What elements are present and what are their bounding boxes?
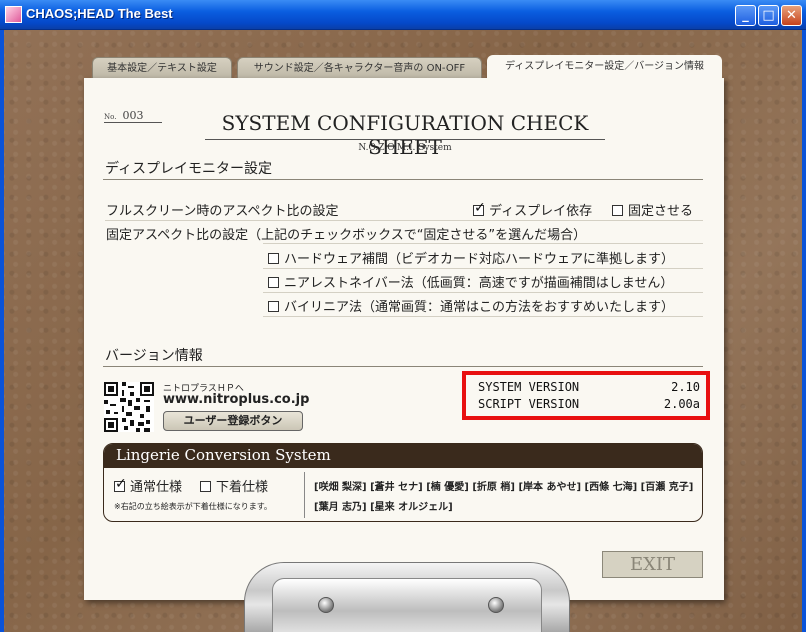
option-label: ハードウェア補間（ビデオカード対応ハードウェアに準拠します）	[284, 252, 675, 267]
nitroplus-url-link[interactable]: www.nitroplus.co.jp	[163, 392, 309, 407]
character-name[interactable]: [岸本 あやせ]	[518, 482, 581, 493]
exit-button[interactable]: EXIT	[602, 551, 703, 578]
section-divider	[103, 179, 703, 180]
qr-code-icon[interactable]	[104, 382, 154, 432]
close-button[interactable]: ✕	[781, 5, 802, 26]
row-divider	[263, 243, 703, 244]
aspect-setting-label: フルスクリーン時のアスペクト比の設定	[106, 204, 339, 219]
character-name[interactable]: [葉月 志乃]	[314, 502, 367, 513]
checkbox-display-dependent[interactable]: ディスプレイ依存	[473, 200, 592, 219]
lingerie-note: ※右記の立ち絵表示が下着仕様になります。	[114, 502, 272, 511]
row-divider	[263, 292, 703, 293]
system-version-label: SYSTEM VERSION	[478, 380, 580, 394]
character-name[interactable]: [西條 七海]	[585, 482, 638, 493]
tab-basic-settings[interactable]: 基本設定／テキスト設定	[92, 57, 232, 79]
sheet-number-value: 003	[122, 109, 144, 122]
checkbox-icon[interactable]	[612, 205, 623, 216]
clip-rivet	[488, 597, 504, 613]
maximize-button[interactable]: □	[758, 5, 779, 26]
checkbox-label: ディスプレイ依存	[489, 204, 593, 219]
sheet-number: No. 003	[104, 109, 162, 123]
checkbox-icon[interactable]	[268, 253, 279, 264]
option-label: バイリニア法（通常画質：通常はこの方法をおすすめいたします）	[284, 300, 675, 315]
title-bar[interactable]: CHAOS;HEAD The Best _ □ ✕	[0, 0, 806, 30]
character-name[interactable]: [楠 優愛]	[426, 482, 469, 493]
section-divider	[103, 366, 703, 367]
row-divider	[263, 268, 703, 269]
page-subtitle: N.O.Z.O.M.I. System	[358, 143, 452, 153]
checkbox-icon[interactable]	[114, 476, 127, 492]
version-section-title: バージョン情報	[105, 348, 203, 364]
sheet-number-label: No.	[104, 113, 117, 121]
window-frame-right	[802, 30, 806, 632]
checkbox-label: 通常仕様	[130, 480, 183, 495]
window-frame-left	[0, 30, 4, 632]
radio-nearest-neighbor[interactable]: ニアレストネイバー法（低画質：高速ですが描画補間はしません）	[268, 272, 673, 291]
character-names: [咲畑 梨深] [蒼井 セナ] [楠 優愛] [折原 梢] [岸本 あやせ] […	[314, 478, 699, 518]
character-name[interactable]: [咲畑 梨深]	[314, 482, 367, 493]
script-version-label: SCRIPT VERSION	[478, 397, 580, 411]
row-divider	[105, 220, 703, 221]
user-registration-button[interactable]: ユーザー登録ボタン	[163, 411, 303, 431]
checkbox-underwear-spec[interactable]: 下着仕様	[200, 476, 268, 495]
checkbox-label: 下着仕様	[216, 480, 269, 495]
checkbox-fixed[interactable]: 固定させる	[612, 200, 693, 219]
radio-hardware-interp[interactable]: ハードウェア補間（ビデオカード対応ハードウェアに準拠します）	[268, 248, 674, 267]
window-title: CHAOS;HEAD The Best	[26, 6, 173, 21]
tab-sound-settings[interactable]: サウンド設定／各キャラクター音声の ON-OFF	[237, 57, 482, 79]
checkbox-label: 固定させる	[628, 204, 694, 219]
clip-rivet	[318, 597, 334, 613]
radio-bilinear[interactable]: バイリニア法（通常画質：通常はこの方法をおすすめいたします）	[268, 296, 674, 315]
checkbox-icon[interactable]	[200, 481, 211, 492]
character-name[interactable]: [蒼井 セナ]	[370, 482, 423, 493]
minimize-button[interactable]: _	[735, 5, 756, 26]
title-underline	[205, 139, 605, 140]
character-name[interactable]: [百瀬 克子]	[641, 482, 694, 493]
row-divider	[263, 316, 703, 317]
system-version-value: 2.10	[671, 380, 700, 394]
lingerie-conversion-panel: Lingerie Conversion System 通常仕様 下着仕様 ※右記…	[103, 443, 703, 522]
display-section-title: ディスプレイモニター設定	[105, 161, 273, 177]
checkbox-icon[interactable]	[268, 301, 279, 312]
lingerie-divider	[304, 472, 305, 518]
option-label: ニアレストネイバー法（低画質：高速ですが描画補間はしません）	[284, 276, 674, 291]
script-version-value: 2.00a	[663, 397, 700, 411]
checkbox-icon[interactable]	[268, 277, 279, 288]
character-name[interactable]: [折原 梢]	[472, 482, 515, 493]
lingerie-title: Lingerie Conversion System	[116, 446, 331, 464]
version-info-box: SYSTEM VERSION 2.10 SCRIPT VERSION 2.00a	[462, 371, 710, 420]
checkbox-normal-spec[interactable]: 通常仕様	[114, 476, 182, 495]
app-icon	[5, 6, 22, 23]
character-name[interactable]: [星来 オルジェル]	[370, 502, 453, 513]
checkbox-icon[interactable]	[473, 200, 486, 216]
tab-display-version[interactable]: ディスプレイモニター設定／バージョン情報	[487, 55, 722, 81]
fixed-aspect-label: 固定アスペクト比の設定（上記のチェックボックスで“固定させる”を選んだ場合）	[106, 228, 587, 243]
